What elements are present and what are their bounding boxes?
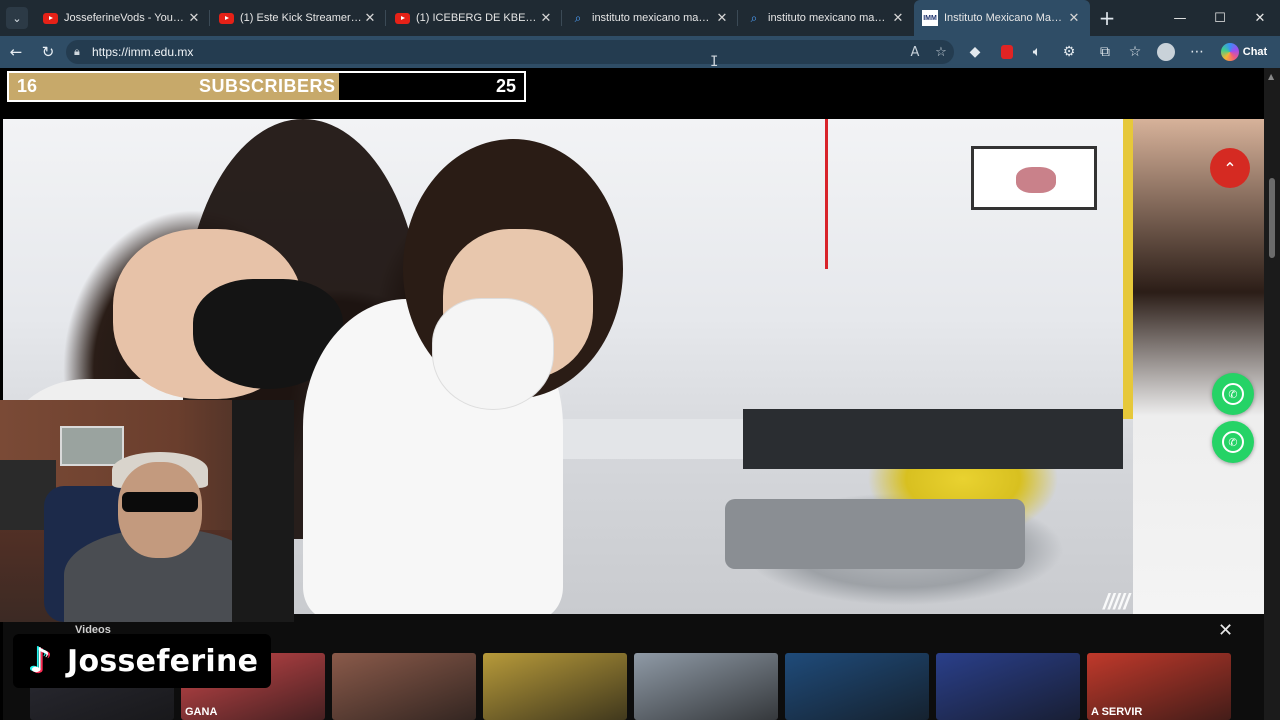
search-icon: ⌕ xyxy=(750,10,758,25)
extensions-puzzle-icon[interactable]: ⚙ xyxy=(1054,36,1084,68)
chat-label: Chat xyxy=(1242,46,1268,58)
chevron-down-icon: ⌄ xyxy=(6,7,28,29)
close-icon[interactable]: ✕ xyxy=(186,11,202,26)
close-icon[interactable]: ✕ xyxy=(714,11,730,26)
whatsapp-icon: ✆ xyxy=(1222,383,1244,405)
video-thumbnail[interactable]: A SERVIR xyxy=(1087,653,1231,720)
volume-icon[interactable]: 🔈︎ xyxy=(1022,36,1052,68)
browser-tab[interactable]: ⌕ instituto mexicano madero ✕ xyxy=(738,0,914,36)
favorites-icon[interactable]: ☆ xyxy=(1120,36,1150,68)
minimize-icon[interactable]: — xyxy=(1160,0,1200,36)
refresh-icon[interactable]: ↻ xyxy=(32,36,64,68)
streamer-handle-badge: ♪ Josseferine xyxy=(13,634,271,688)
browser-toolbar: ← ↻ 🔒︎ https://imm.edu.mx A ☆ ◆ 🔈︎ ⚙ ⧉ ☆… xyxy=(0,36,1280,68)
video-thumbnail[interactable] xyxy=(936,653,1080,720)
close-window-icon[interactable]: ✕ xyxy=(1240,0,1280,36)
whatsapp-icon: ✆ xyxy=(1222,431,1244,453)
youtube-icon xyxy=(218,10,234,26)
subscriber-goal-bar: 16 SUBSCRIBERS 25 xyxy=(7,71,526,102)
close-icon[interactable]: ✕ xyxy=(1066,11,1082,26)
lab-monitor xyxy=(971,146,1097,210)
video-thumbnail[interactable] xyxy=(785,653,929,720)
scrollbar[interactable]: ▲ xyxy=(1264,68,1280,720)
video-thumbnail-label: A SERVIR xyxy=(1091,706,1143,718)
extension-icon[interactable]: ◆ xyxy=(960,36,990,68)
favorite-star-icon[interactable]: ☆ xyxy=(928,45,954,60)
tab-actions-menu[interactable]: ⌄ xyxy=(0,0,34,36)
browser-tab-strip: ⌄ JosseferineVods - YouTube ✕ (1) Este K… xyxy=(0,0,1280,36)
address-bar[interactable]: 🔒︎ https://imm.edu.mx A ☆ xyxy=(66,40,954,64)
tab-title: instituto mexicano madero xyxy=(768,12,890,24)
youtube-icon xyxy=(42,10,58,26)
subscriber-current: 16 xyxy=(17,76,38,96)
imm-watermark-logo: ///// xyxy=(1103,589,1130,614)
youtube-icon xyxy=(394,10,410,26)
search-icon: ⌕ xyxy=(574,10,582,25)
streamer-handle: Josseferine xyxy=(67,643,259,679)
tiktok-icon: ♪ xyxy=(29,641,51,681)
read-aloud-icon[interactable]: A xyxy=(902,45,928,60)
new-tab-button[interactable]: + xyxy=(1090,6,1124,30)
browser-tab-active[interactable]: IMM Instituto Mexicano Madero ✕ xyxy=(914,0,1090,36)
lock-icon[interactable]: 🔒︎ xyxy=(74,45,92,59)
profile-avatar[interactable] xyxy=(1151,36,1181,68)
scroll-to-top-button[interactable]: ⌃ xyxy=(1210,148,1250,188)
scrollbar-thumb[interactable] xyxy=(1269,178,1275,258)
close-icon[interactable]: ✕ xyxy=(1218,620,1233,641)
streamer-webcam xyxy=(0,400,294,622)
video-thumbnail-label: GANA xyxy=(185,706,218,718)
tab-title: (1) Este Kick Streamer Pensó xyxy=(240,12,362,24)
video-thumbnail[interactable] xyxy=(332,653,476,720)
tab-title: instituto mexicano madero xyxy=(592,12,714,24)
video-thumbnail[interactable] xyxy=(483,653,627,720)
maximize-icon[interactable]: ☐ xyxy=(1200,0,1240,36)
copilot-chat-button[interactable]: Chat xyxy=(1216,40,1272,64)
tab-title: JosseferineVods - YouTube xyxy=(64,12,186,24)
tab-title: (1) ICEBERG DE KBEZUKO | S xyxy=(416,12,538,24)
tab-title: Instituto Mexicano Madero xyxy=(944,12,1066,24)
close-icon[interactable]: ✕ xyxy=(538,11,554,26)
close-icon[interactable]: ✕ xyxy=(890,11,906,26)
browser-tab[interactable]: ⌕ instituto mexicano madero ✕ xyxy=(562,0,738,36)
url-text[interactable]: https://imm.edu.mx xyxy=(92,45,902,59)
whatsapp-button[interactable]: ✆ xyxy=(1212,421,1254,463)
scroll-up-icon[interactable]: ▲ xyxy=(1268,72,1274,81)
more-menu-icon[interactable]: ⋯ xyxy=(1182,36,1212,68)
window-controls: — ☐ ✕ xyxy=(1160,0,1280,36)
video-thumbnail[interactable] xyxy=(634,653,778,720)
browser-tab[interactable]: JosseferineVods - YouTube ✕ xyxy=(34,0,210,36)
copilot-icon xyxy=(1220,43,1239,61)
whatsapp-button[interactable]: ✆ xyxy=(1212,373,1254,415)
web-page: 16 SUBSCRIBERS 25 ///// ✆ ✆ Videos ✕ GAN… xyxy=(0,68,1280,720)
browser-tab[interactable]: (1) ICEBERG DE KBEZUKO | S ✕ xyxy=(386,0,562,36)
extension-red-icon[interactable] xyxy=(992,36,1022,68)
subscriber-label: SUBSCRIBERS xyxy=(199,76,336,96)
browser-tab[interactable]: (1) Este Kick Streamer Pensó ✕ xyxy=(210,0,386,36)
imm-icon: IMM xyxy=(922,10,938,26)
close-icon[interactable]: ✕ xyxy=(362,11,378,26)
back-icon[interactable]: ← xyxy=(0,36,32,68)
subscriber-goal: 25 xyxy=(495,76,516,96)
split-screen-icon[interactable]: ⧉ xyxy=(1090,36,1120,68)
